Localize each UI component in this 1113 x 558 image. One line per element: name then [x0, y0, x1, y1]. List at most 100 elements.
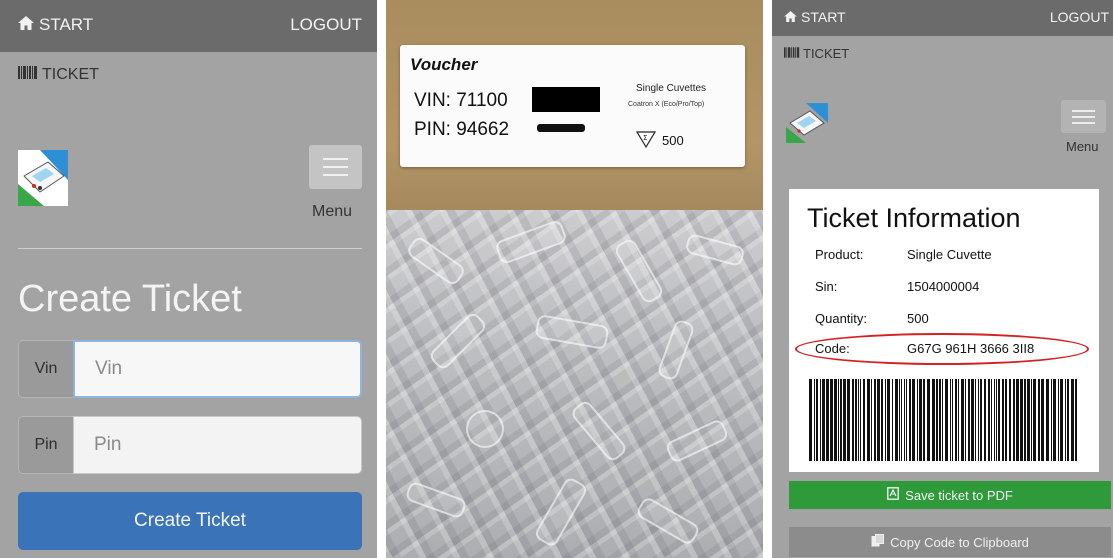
barcode-bar	[834, 379, 837, 461]
create-ticket-button[interactable]: Create Ticket	[18, 492, 362, 550]
barcode-bar	[1024, 379, 1026, 461]
hamburger-icon	[1072, 110, 1095, 112]
vin-field: Vin	[18, 340, 362, 398]
home-icon	[784, 9, 797, 25]
barcode-bar	[826, 379, 829, 461]
home-icon	[18, 15, 34, 35]
quantity-key: Quantity:	[815, 311, 868, 326]
sin-key: Sin:	[815, 279, 838, 294]
vin-addon-label: Vin	[18, 340, 73, 398]
quantity-row: Quantity: 500	[815, 311, 929, 326]
start-label: START	[39, 15, 94, 34]
barcode-bar	[971, 379, 974, 461]
voucher-title: Voucher	[410, 55, 478, 74]
barcode-bar	[1065, 379, 1066, 461]
product-key: Product:	[815, 247, 864, 262]
pdf-icon	[887, 487, 900, 503]
barcode-bar	[994, 379, 995, 461]
barcode-bar	[984, 379, 986, 461]
save-pdf-label: Save ticket to PDF	[905, 487, 1013, 503]
barcode-bar	[1071, 379, 1074, 461]
menu-label: Menu	[1066, 139, 1099, 154]
menu-label: Menu	[312, 203, 353, 220]
logout-link[interactable]: LOGOUT	[290, 15, 362, 35]
divider	[18, 248, 362, 249]
barcode-bar	[961, 379, 964, 461]
barcode-bar	[1067, 379, 1069, 461]
barcode-bar	[950, 379, 951, 461]
top-navbar: START LOGOUT	[772, 0, 1113, 36]
app-logo-icon	[18, 150, 68, 206]
barcode-bar	[809, 379, 812, 461]
barcode-bar	[996, 379, 997, 461]
barcode-bar	[988, 379, 990, 461]
menu-button[interactable]	[1061, 100, 1106, 133]
barcode-bar	[968, 379, 970, 461]
pin-input[interactable]	[73, 416, 362, 474]
barcode-bar	[822, 379, 825, 461]
create-ticket-screen: START LOGOUT TICKET Menu Create Ticket V…	[0, 0, 377, 558]
save-pdf-button[interactable]: Save ticket to PDF	[789, 481, 1111, 509]
barcode-bar	[874, 379, 876, 461]
ticket-link[interactable]: TICKET	[784, 46, 849, 61]
barcode-bar	[860, 379, 861, 461]
page-title: Create Ticket	[18, 278, 242, 320]
voucher-pin: PIN: 94662	[414, 119, 510, 140]
barcode-bar	[1046, 379, 1049, 461]
barcode-bar	[912, 379, 915, 461]
top-navbar: START LOGOUT	[0, 0, 377, 52]
barcode-bar	[904, 379, 905, 461]
sin-row: Sin: 1504000004	[815, 279, 979, 294]
voucher-vin: VIN: 71100	[414, 90, 508, 111]
menu-button[interactable]	[309, 145, 362, 189]
barcode-bar	[1002, 379, 1004, 461]
barcode-bar	[1027, 379, 1030, 461]
barcode-icon	[784, 46, 800, 61]
barcode-bar	[855, 379, 857, 461]
barcode-bar	[923, 379, 925, 461]
barcode-bar	[942, 379, 943, 461]
barcode-bar	[885, 379, 886, 461]
barcode-bar	[858, 379, 859, 461]
barcode-bar	[838, 379, 839, 461]
redaction-bar	[537, 124, 585, 132]
ticket-link-label: TICKET	[42, 66, 99, 83]
barcode-bar	[863, 379, 865, 461]
pin-field: Pin	[18, 416, 362, 474]
ticket-info-card: Ticket Information Product: Single Cuvett…	[789, 189, 1099, 472]
barcode-bar	[965, 379, 966, 461]
barcode-bar	[1033, 379, 1036, 461]
barcode-bar	[909, 379, 911, 461]
barcode-bar	[917, 379, 918, 461]
barcode-bar	[939, 379, 941, 461]
barcode-bar	[980, 379, 982, 461]
logout-link[interactable]: LOGOUT	[1050, 9, 1109, 25]
ticket-link-label: TICKET	[803, 46, 850, 61]
clipboard-icon	[871, 534, 885, 550]
barcode-bar	[1038, 379, 1040, 461]
barcode-bar	[892, 379, 893, 461]
barcode-bar	[1009, 379, 1011, 461]
ticket-info-title: Ticket Information	[807, 203, 1021, 233]
barcode-bar	[840, 379, 842, 461]
barcode-bar	[927, 379, 930, 461]
barcode-bar	[867, 379, 870, 461]
barcode-bar	[1020, 379, 1023, 461]
barcode-bar	[1031, 379, 1032, 461]
sigma-triangle-icon: Σ	[635, 129, 657, 149]
barcode-bar	[958, 379, 959, 461]
barcode-bar	[1016, 379, 1019, 461]
barcode-bar	[998, 379, 1000, 461]
redaction-bar	[532, 87, 600, 112]
barcode-bar	[945, 379, 948, 461]
barcode-bar	[1041, 379, 1044, 461]
svg-text:Σ: Σ	[643, 134, 647, 142]
vin-input[interactable]	[73, 340, 362, 398]
barcode-bar	[1051, 379, 1052, 461]
start-link[interactable]: START	[18, 15, 93, 35]
barcode-bar	[1075, 379, 1077, 461]
copy-code-button[interactable]: Copy Code to Clipboard	[789, 527, 1111, 557]
start-link[interactable]: START	[784, 9, 846, 25]
barcode-bar	[991, 379, 992, 461]
ticket-link[interactable]: TICKET	[18, 66, 99, 84]
